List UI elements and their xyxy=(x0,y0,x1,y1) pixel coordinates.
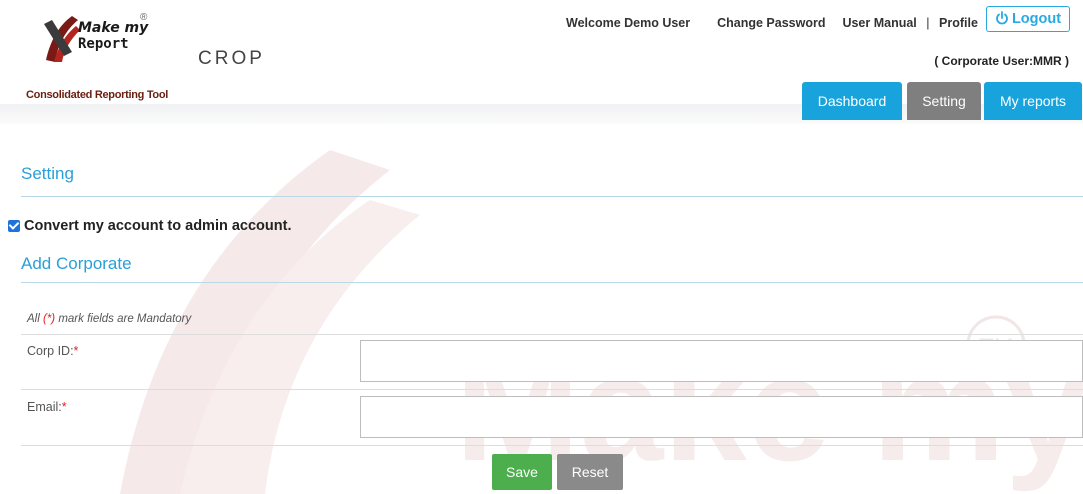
admin-account-checkbox[interactable] xyxy=(8,220,20,232)
tab-setting[interactable]: Setting xyxy=(907,82,981,120)
top-navigation: Welcome Demo User Change Password User M… xyxy=(566,16,997,30)
logout-label: Logout xyxy=(1011,11,1062,27)
product-name: CROP xyxy=(198,48,265,69)
form-note-row: All (*) mark fields are Mandatory xyxy=(21,308,1083,335)
divider xyxy=(21,196,1083,197)
section-title-add-corporate: Add Corporate xyxy=(21,254,132,273)
welcome-text: Welcome Demo User xyxy=(566,16,691,30)
change-password-link[interactable]: Change Password xyxy=(717,16,825,30)
logo-swoosh-icon xyxy=(44,16,80,62)
corp-id-label: Corp ID:* xyxy=(27,344,79,358)
reset-button[interactable]: Reset xyxy=(557,454,623,490)
email-row: Email:* xyxy=(21,390,1083,446)
user-manual-link[interactable]: User Manual xyxy=(842,16,916,30)
power-icon xyxy=(996,11,1008,25)
nav-separator: | xyxy=(926,16,930,30)
logout-button[interactable]: Logout xyxy=(986,6,1070,32)
email-label: Email:* xyxy=(27,400,67,414)
tab-dashboard[interactable]: Dashboard xyxy=(802,82,902,120)
logo-text-report: Report xyxy=(78,36,129,52)
logo-tagline: Consolidated Reporting Tool xyxy=(26,89,169,101)
admin-account-checkbox-label[interactable]: Convert my account to admin account. xyxy=(24,218,292,234)
corp-id-row: Corp ID:* xyxy=(21,335,1083,390)
save-button[interactable]: Save xyxy=(492,454,552,490)
corporate-user-label: ( Corporate User:MMR ) xyxy=(934,54,1069,68)
email-input[interactable] xyxy=(360,396,1083,438)
admin-account-option: Convert my account to admin account. xyxy=(8,218,292,234)
logo-text-make-my: Make my xyxy=(78,20,149,36)
main-content: Setting Convert my account to admin acco… xyxy=(0,124,1083,494)
page-title: Setting xyxy=(21,164,74,183)
corp-id-input[interactable] xyxy=(360,340,1083,382)
logo[interactable]: Make my Report ® CROP Consolidated Repor… xyxy=(26,10,262,101)
divider xyxy=(21,282,1083,283)
tab-my-reports[interactable]: My reports xyxy=(984,82,1082,120)
logo-registered-mark: ® xyxy=(140,12,148,23)
profile-link[interactable]: Profile xyxy=(939,16,978,30)
mandatory-note: All (*) mark fields are Mandatory xyxy=(27,313,192,325)
